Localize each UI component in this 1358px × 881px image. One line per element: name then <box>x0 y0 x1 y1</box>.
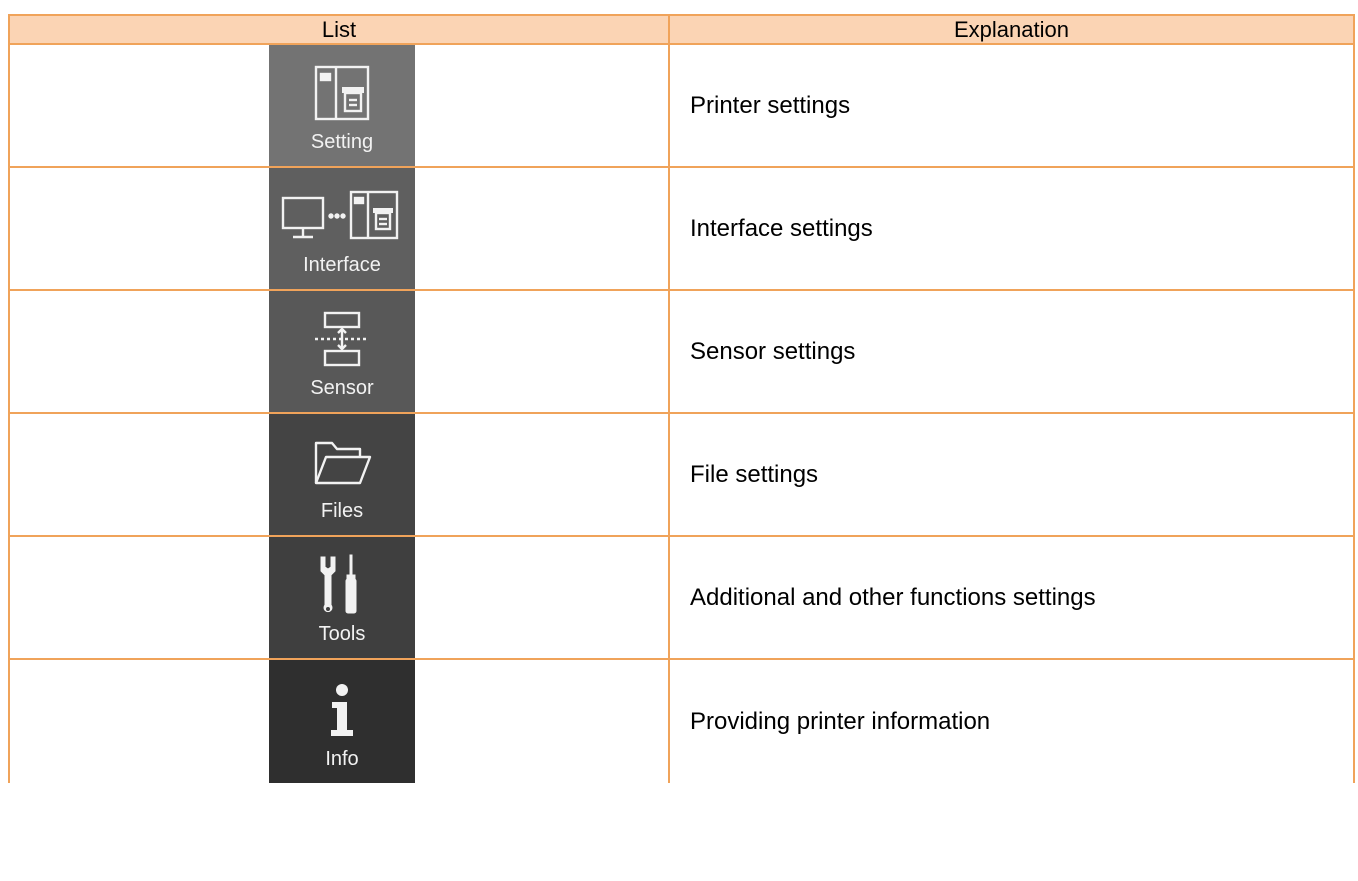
explanation-cell: Additional and other functions settings <box>690 583 1096 611</box>
setting-menu-button[interactable]: Setting <box>269 45 415 166</box>
table-row: Setting Printer settings <box>8 45 1355 168</box>
tile-label: Sensor <box>310 377 374 399</box>
header-explanation: Explanation <box>954 16 1069 42</box>
files-menu-button[interactable]: Files <box>269 414 415 535</box>
interface-menu-button[interactable]: Interface <box>269 168 415 289</box>
menu-list-table: List Explanation Setting Printer setting… <box>8 14 1355 783</box>
explanation-cell: Sensor settings <box>690 337 856 365</box>
tile-label: Files <box>320 500 364 522</box>
tools-menu-button[interactable]: Tools <box>269 537 415 658</box>
tile-label: Setting <box>310 131 374 153</box>
table-row: Interface Interface settings <box>8 168 1355 291</box>
list-cell: Setting <box>10 45 670 166</box>
list-cell: Sensor <box>10 291 670 412</box>
table-row: Info Providing printer information <box>8 660 1355 783</box>
computer-printer-icon <box>277 184 407 248</box>
list-cell: Files <box>10 414 670 535</box>
table-row: Tools Additional and other functions set… <box>8 537 1355 660</box>
info-menu-button[interactable]: Info <box>269 660 415 783</box>
list-cell: Info <box>10 660 670 783</box>
tools-icon <box>310 553 374 617</box>
explanation-cell: File settings <box>690 460 819 488</box>
tile-label: Interface <box>303 254 381 276</box>
tile-label: Tools <box>318 623 366 645</box>
printer-icon <box>310 61 374 125</box>
list-cell: Tools <box>10 537 670 658</box>
explanation-cell: Printer settings <box>690 91 851 119</box>
explanation-cell: Interface settings <box>690 214 873 242</box>
list-cell: Interface <box>10 168 670 289</box>
info-icon <box>310 678 374 742</box>
table-row: Files File settings <box>8 414 1355 537</box>
tile-label: Info <box>325 748 359 770</box>
folder-icon <box>310 430 374 494</box>
table-header: List Explanation <box>8 14 1355 45</box>
table-row: Sensor Sensor settings <box>8 291 1355 414</box>
sensor-menu-button[interactable]: Sensor <box>269 291 415 412</box>
explanation-cell: Providing printer information <box>690 707 991 735</box>
header-list: List <box>10 16 670 43</box>
sensor-icon <box>310 307 374 371</box>
